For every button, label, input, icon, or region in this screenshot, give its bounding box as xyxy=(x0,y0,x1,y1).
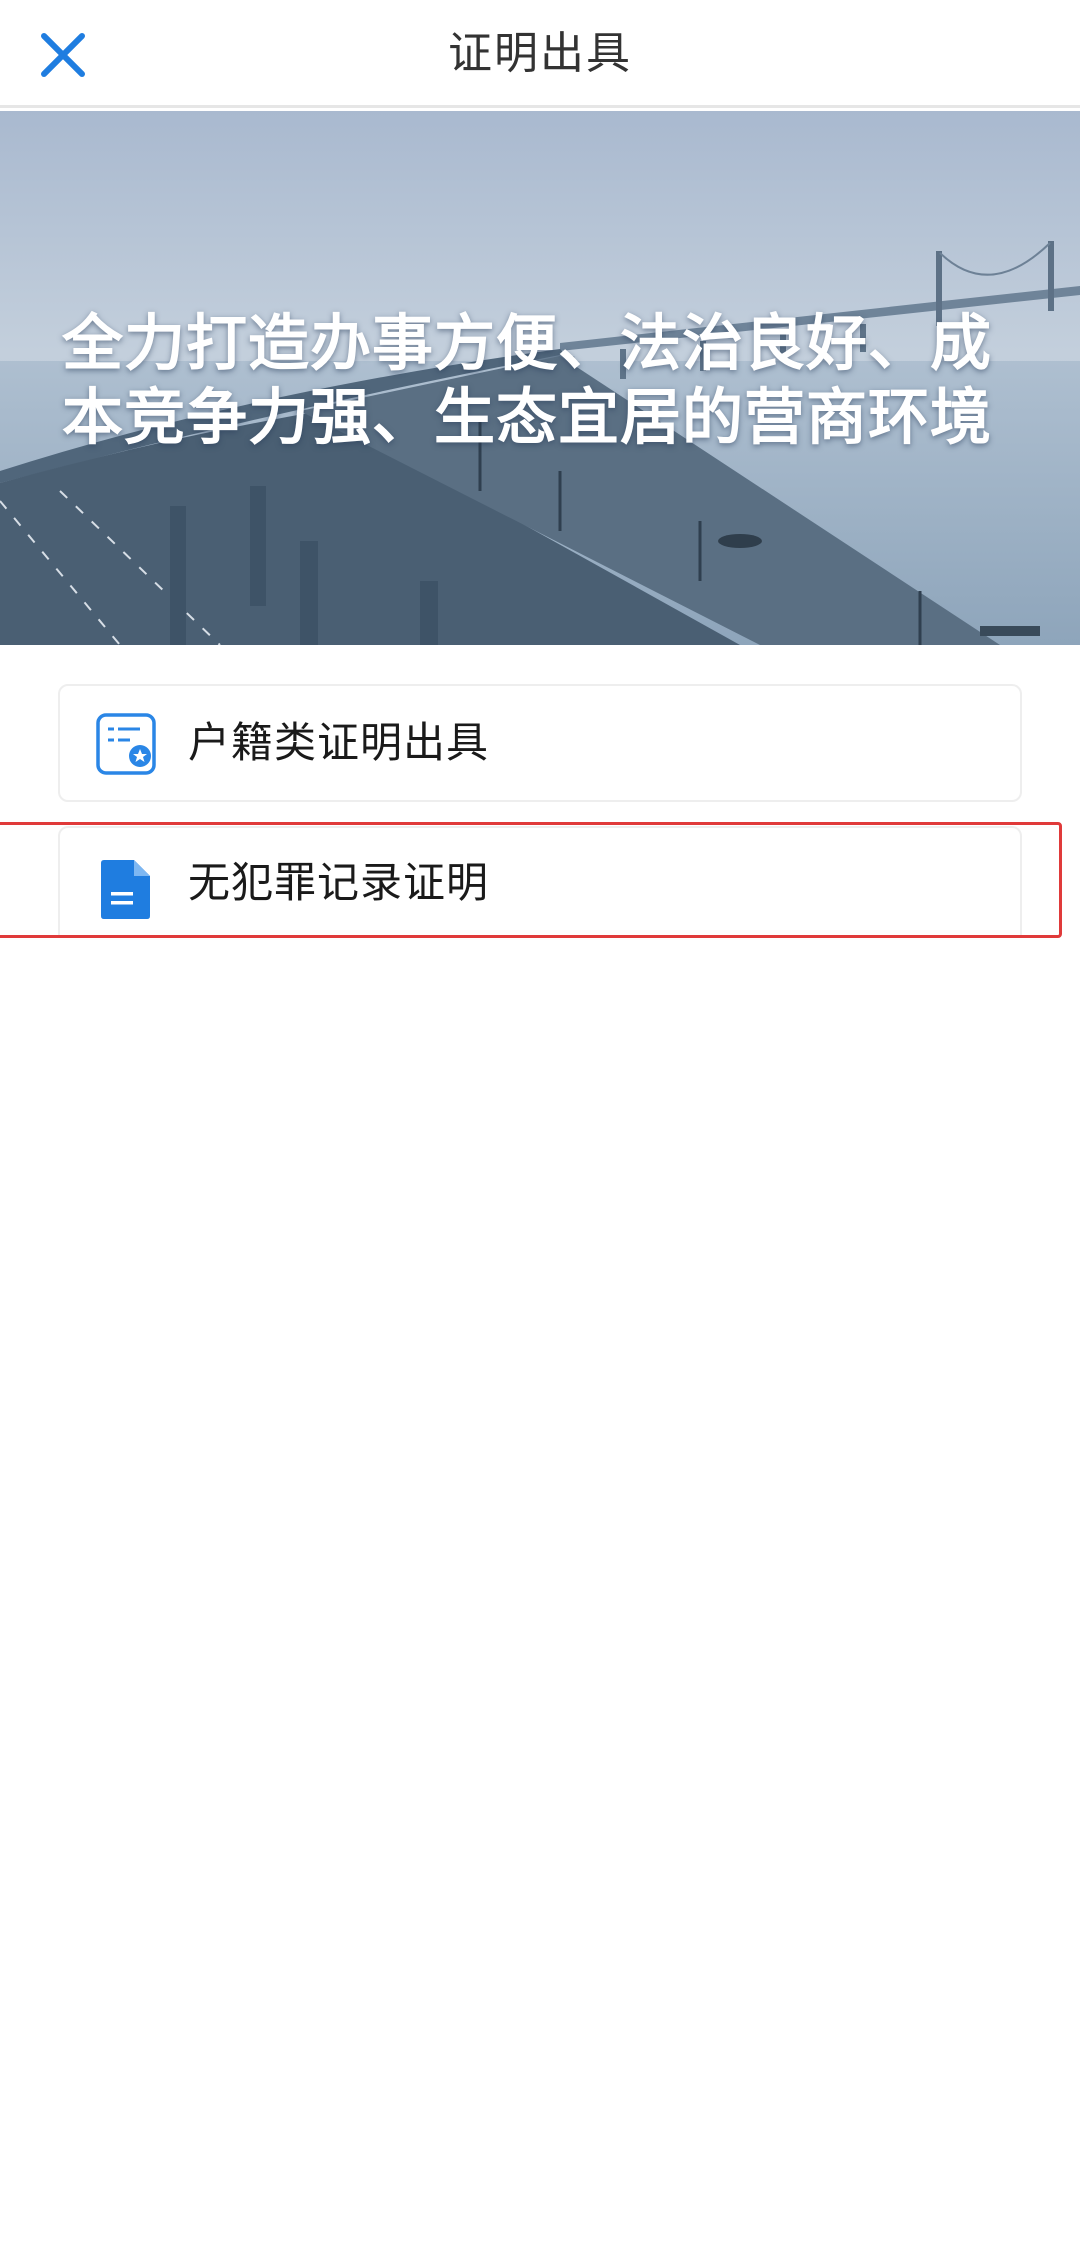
list-item-label: 户籍类证明出具 xyxy=(188,718,490,767)
document-icon xyxy=(94,856,158,922)
list-item-no-criminal-record[interactable]: 无犯罪记录证明 xyxy=(58,826,1022,938)
header-bar: 证明出具 xyxy=(0,0,1080,108)
banner-image: 全力打造办事方便、法治良好、成 本竞争力强、生态宜居的营商环境 xyxy=(0,111,1080,645)
certificate-icon xyxy=(94,712,158,778)
banner-line-1: 全力打造办事方便、法治良好、成 xyxy=(62,308,993,379)
banner-slogan: 全力打造办事方便、法治良好、成 本竞争力强、生态宜居的营商环境 xyxy=(62,307,1062,455)
list-item-household-certificate[interactable]: 户籍类证明出具 xyxy=(58,684,1022,802)
list-item-label: 无犯罪记录证明 xyxy=(188,858,490,907)
banner-line-2: 本竞争力强、生态宜居的营商环境 xyxy=(62,382,993,453)
page-title: 证明出具 xyxy=(448,28,632,79)
page: 证明出具 全力打造办事方便、法治良好、成 本竞争力强、生态宜居的营商环境 户籍类… xyxy=(0,0,1080,2261)
